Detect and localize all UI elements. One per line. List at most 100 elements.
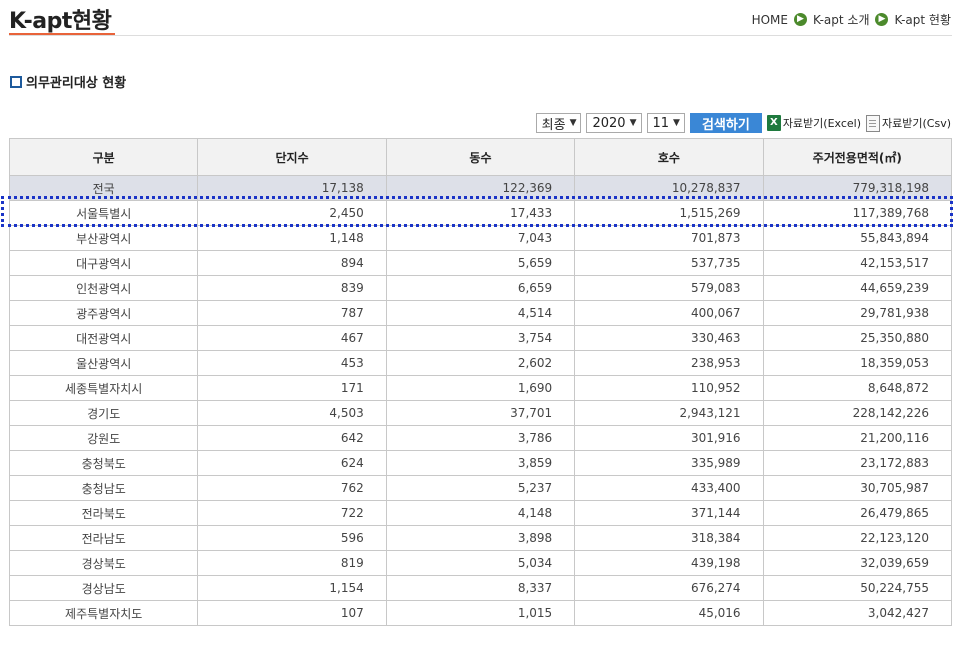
table-cell: 1,148 <box>197 225 387 251</box>
breadcrumb-home[interactable]: HOME <box>752 13 788 27</box>
table-header-row: 구분 단지수 동수 호수 주거전용면적(㎡) <box>8 138 953 176</box>
type-select[interactable]: 최종 ▼ <box>535 113 582 133</box>
header-divider <box>9 35 952 36</box>
table-cell: 5,237 <box>385 475 576 501</box>
table-cell: 8,337 <box>385 575 576 601</box>
table-cell: 4,503 <box>197 400 387 426</box>
table-cell: 1,515,269 <box>574 200 764 226</box>
column-header-region: 구분 <box>8 138 199 176</box>
table-cell: 1,690 <box>385 375 576 401</box>
table-cell: 1,154 <box>197 575 387 601</box>
table-cell: 819 <box>197 550 387 576</box>
table-cell: 676,274 <box>574 575 764 601</box>
table-cell: 대구광역시 <box>8 250 199 276</box>
table-row: 세종특별자치시 171 1,690 110,952 8,648,872 <box>8 375 953 401</box>
table-cell: 2,450 <box>197 200 387 226</box>
breadcrumb-kapt-status[interactable]: K-apt 현황 <box>894 11 951 28</box>
table-cell: 대전광역시 <box>8 325 199 351</box>
table-cell: 228,142,226 <box>762 400 953 426</box>
table-cell: 10,278,837 <box>574 175 764 201</box>
table-cell: 6,659 <box>385 275 576 301</box>
document-icon <box>866 114 881 132</box>
excel-download-label: 자료받기(Excel) <box>782 117 862 130</box>
table-cell: 45,016 <box>574 600 764 626</box>
table-row: 울산광역시 453 2,602 238,953 18,359,053 <box>8 350 953 376</box>
table-cell: 579,083 <box>574 275 764 301</box>
square-bullet-icon <box>10 75 22 88</box>
table-cell: 울산광역시 <box>8 350 199 376</box>
table-cell: 433,400 <box>574 475 764 501</box>
table-cell: 7,043 <box>385 225 576 251</box>
table-cell: 서울특별시 <box>8 200 199 226</box>
table-cell: 5,034 <box>385 550 576 576</box>
table-cell: 722 <box>197 500 387 526</box>
table-cell: 경기도 <box>8 400 199 426</box>
table-cell: 371,144 <box>574 500 764 526</box>
table-row: 대구광역시 894 5,659 537,735 42,153,517 <box>8 250 953 276</box>
table-cell: 122,369 <box>385 175 576 201</box>
table-cell: 839 <box>197 275 387 301</box>
table-row: 서울특별시 2,450 17,433 1,515,269 117,389,768 <box>8 200 953 226</box>
csv-download-link[interactable]: 자료받기(Csv) <box>866 114 951 132</box>
table-cell: 330,463 <box>574 325 764 351</box>
table-cell: 세종특별자치시 <box>8 375 199 401</box>
table-cell: 107 <box>197 600 387 626</box>
table-cell: 제주특별자치도 <box>8 600 199 626</box>
table-cell: 439,198 <box>574 550 764 576</box>
table-cell: 171 <box>197 375 387 401</box>
table-cell: 453 <box>197 350 387 376</box>
month-select[interactable]: 11 ▼ <box>646 113 685 133</box>
table-row: 인천광역시 839 6,659 579,083 44,659,239 <box>8 275 953 301</box>
table-cell: 3,898 <box>385 525 576 551</box>
table-row: 대전광역시 467 3,754 330,463 25,350,880 <box>8 325 953 351</box>
table-cell: 충청북도 <box>8 450 199 476</box>
chevron-down-icon: ▼ <box>673 118 680 128</box>
table-cell: 26,479,865 <box>762 500 953 526</box>
status-table: 구분 단지수 동수 호수 주거전용면적(㎡) 전국 17,138 122,369… <box>8 138 953 626</box>
table-cell: 642 <box>197 425 387 451</box>
table-cell: 17,138 <box>197 175 387 201</box>
table-cell: 18,359,053 <box>762 350 953 376</box>
page-header: K-apt현황 HOME ▶ K-apt 소개 ▶ K-apt 현황 <box>0 0 960 36</box>
table-cell: 624 <box>197 450 387 476</box>
table-cell: 762 <box>197 475 387 501</box>
table-cell: 1,015 <box>385 600 576 626</box>
table-cell: 광주광역시 <box>8 300 199 326</box>
table-cell: 2,602 <box>385 350 576 376</box>
section-title: 의무관리대상 현황 <box>10 72 126 91</box>
column-header-buildings: 동수 <box>385 138 576 176</box>
table-cell: 30,705,987 <box>762 475 953 501</box>
table-cell: 3,042,427 <box>762 600 953 626</box>
table-cell: 238,953 <box>574 350 764 376</box>
chevron-right-icon: ▶ <box>793 13 807 26</box>
table-cell: 301,916 <box>574 425 764 451</box>
table-body: 전국 17,138 122,369 10,278,837 779,318,198… <box>8 175 953 626</box>
excel-download-link[interactable]: X 자료받기(Excel) <box>766 115 862 131</box>
table-cell: 42,153,517 <box>762 250 953 276</box>
table-cell: 3,786 <box>385 425 576 451</box>
table-cell: 894 <box>197 250 387 276</box>
table-cell: 3,859 <box>385 450 576 476</box>
table-cell: 5,659 <box>385 250 576 276</box>
breadcrumb-kapt-intro[interactable]: K-apt 소개 <box>813 11 870 28</box>
table-cell: 22,123,120 <box>762 525 953 551</box>
table-row: 전라북도 722 4,148 371,144 26,479,865 <box>8 500 953 526</box>
table-row: 제주특별자치도 107 1,015 45,016 3,042,427 <box>8 600 953 626</box>
table-cell: 4,148 <box>385 500 576 526</box>
table-cell: 537,735 <box>574 250 764 276</box>
table-cell: 110,952 <box>574 375 764 401</box>
page-title: K-apt현황 <box>9 9 112 34</box>
table-cell: 전라북도 <box>8 500 199 526</box>
table-cell: 3,754 <box>385 325 576 351</box>
column-header-complexes: 단지수 <box>197 138 387 176</box>
table-cell: 8,648,872 <box>762 375 953 401</box>
table-cell: 467 <box>197 325 387 351</box>
table-cell: 부산광역시 <box>8 225 199 251</box>
table-row: 경기도 4,503 37,701 2,943,121 228,142,226 <box>8 400 953 426</box>
search-button[interactable]: 검색하기 <box>689 113 762 133</box>
year-select[interactable]: 2020 ▼ <box>586 113 642 133</box>
table-cell: 50,224,755 <box>762 575 953 601</box>
table-row: 경상남도 1,154 8,337 676,274 50,224,755 <box>8 575 953 601</box>
type-select-value: 최종 <box>541 117 566 133</box>
table-cell: 전국 <box>8 175 199 201</box>
